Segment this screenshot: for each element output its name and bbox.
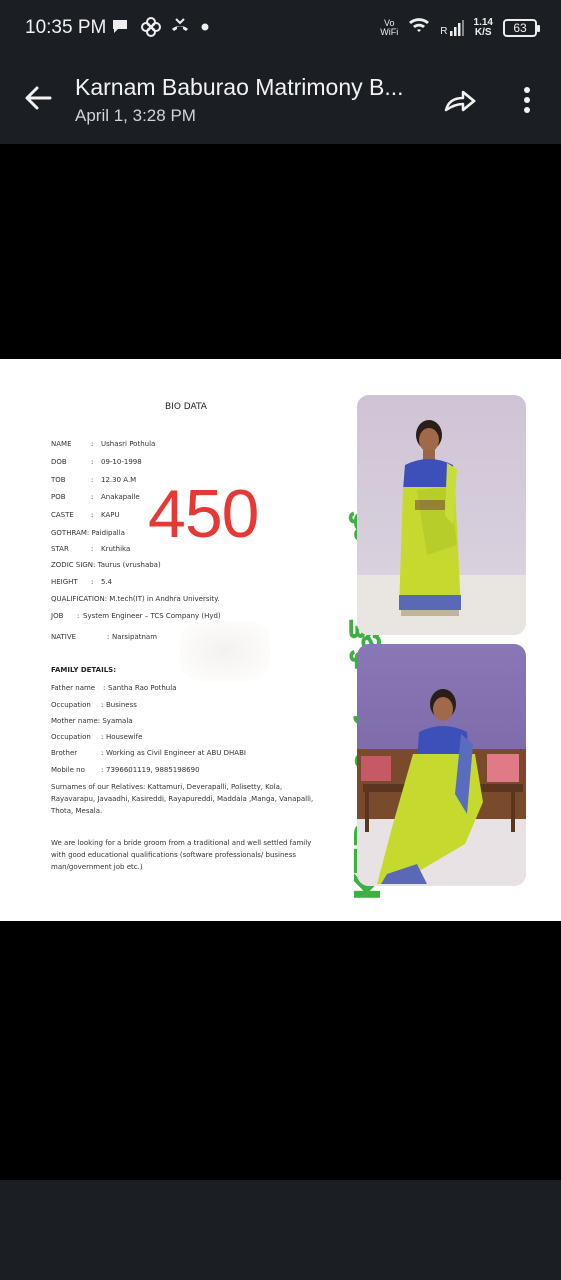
family-row: Occupation: Business	[51, 701, 137, 709]
biodata-title: BIO DATA	[165, 402, 207, 412]
profile-number: 450	[148, 476, 259, 552]
chat-bubble-icon	[110, 16, 130, 36]
blurred-patch	[180, 621, 270, 681]
family-row: Mother name: Syamala	[51, 717, 133, 725]
surnames-line: Rayavarapu, Javaadhi, Kasireddi, Rayapur…	[51, 795, 314, 803]
app-bar: Karnam Baburao Matrimony B... April 1, 3…	[0, 56, 561, 144]
portrait-photo-standing	[357, 395, 526, 635]
system-status-icons: Vo WiFi R 1.14 K/S 63	[380, 16, 540, 39]
message-timestamp: April 1, 3:28 PM	[75, 106, 196, 125]
wifi-icon	[408, 16, 430, 39]
back-button[interactable]	[22, 82, 54, 114]
biodata-row: NAME: Ushasri Pothula	[51, 440, 156, 448]
shared-image[interactable]: BIO DATA NAME: Ushasri Pothula DOB:09-10-…	[0, 359, 561, 921]
biodata-row: ZODIC SIGN: Taurus (vrushaba)	[51, 561, 161, 569]
more-options-button[interactable]	[515, 84, 539, 116]
looking-for-line: with good educational qualifications (so…	[51, 851, 297, 859]
signal-icon: R	[440, 19, 464, 36]
network-speed: 1.14 K/S	[473, 16, 493, 38]
biodata-row: JOB: System Engineer – TCS Company (Hyd)	[51, 612, 221, 620]
arrow-left-icon	[25, 86, 52, 110]
forward-button[interactable]	[443, 86, 479, 114]
biodata-row: TOB:12.30 A.M	[51, 476, 137, 484]
status-bar: 10:35 PM Vo WiFi R 1.14 K/S 63	[0, 0, 561, 56]
biodata-row: GOTHRAM: Paidipalla	[51, 529, 125, 537]
biodata-row: QUALIFICATION: M.tech(IT) in Andhra Univ…	[51, 595, 220, 603]
family-row: Brother: Working as Civil Engineer at ABU…	[51, 749, 246, 757]
portrait-photo-seated	[357, 644, 526, 886]
biodata-row: STAR: Kruthika	[51, 545, 131, 553]
watermark-text-container: KTB వారి మ్యారేజ్ బ్యూరో	[318, 431, 389, 901]
battery-icon: 63	[503, 18, 540, 37]
bottom-bar	[0, 1180, 561, 1280]
biodata-row: CASTE: KAPU	[51, 511, 120, 519]
woman-seated-image	[357, 689, 526, 886]
viewer-background	[0, 144, 561, 359]
volte-wifi-icon: Vo WiFi	[380, 17, 399, 37]
surnames-line: Surnames of our Relatives: Kattamuri, De…	[51, 783, 283, 791]
more-vertical-icon	[524, 87, 530, 113]
status-time: 10:35 PM	[25, 17, 107, 38]
biodata-row: POB: Anakapalle	[51, 493, 140, 501]
family-details-heading: FAMILY DETAILS:	[51, 666, 116, 674]
forward-icon	[444, 90, 476, 112]
family-row: Occupation: Housewife	[51, 733, 143, 741]
biodata-sheet: BIO DATA NAME: Ushasri Pothula DOB:09-10-…	[0, 359, 340, 921]
chat-title: Karnam Baburao Matrimony B...	[75, 74, 404, 100]
family-row: Mobile no:7396601119, 9885198690	[51, 766, 200, 774]
dot-icon	[200, 16, 220, 36]
biodata-row: HEIGHT:5.4	[51, 578, 113, 586]
pinwheel-icon	[140, 16, 161, 37]
family-row: Father name: Santha Rao Pothula	[51, 684, 177, 692]
missed-call-icon	[170, 16, 190, 36]
surnames-line: Thota, Mesala.	[51, 807, 103, 815]
woman-standing-image	[357, 420, 526, 635]
looking-for-line: We are looking for a bride groom from a …	[51, 839, 312, 847]
notification-icons	[110, 16, 220, 37]
viewer-background	[0, 921, 561, 1180]
biodata-row: NATIVE: Narsipatnam	[51, 633, 158, 641]
biodata-row: DOB:09-10-1998	[51, 458, 142, 466]
looking-for-line: man/government job etc.)	[51, 863, 143, 871]
